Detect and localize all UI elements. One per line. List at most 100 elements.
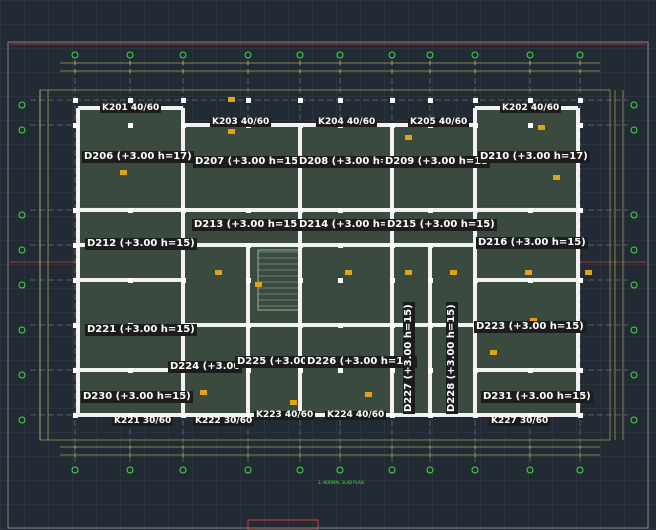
grid-bubble [179, 51, 187, 59]
hatch-marker [290, 400, 297, 405]
column [338, 323, 343, 328]
hatch-marker [405, 270, 412, 275]
grid-bubble [18, 211, 26, 219]
grid-bubble [630, 126, 638, 134]
grid-bubble [426, 51, 434, 59]
column [390, 323, 395, 328]
grid-bubble [630, 281, 638, 289]
slab-label[interactable]: D214 (+3.00 h=1 [297, 219, 398, 231]
column [390, 123, 395, 128]
grid-bubble [18, 416, 26, 424]
grid-bubble [18, 126, 26, 134]
column [73, 323, 78, 328]
slab-label[interactable]: D215 (+3.00 h=15) [385, 219, 497, 231]
grid-bubble [630, 416, 638, 424]
grid-bubble [18, 281, 26, 289]
slab-label[interactable]: D210 (+3.00 h=17) [478, 151, 590, 163]
grid-bubble [526, 466, 534, 474]
grid-bubble [18, 371, 26, 379]
column [578, 368, 583, 373]
grid-bubble [18, 101, 26, 109]
grid-bubble [71, 466, 79, 474]
beam-label[interactable]: K201 40/60 [100, 104, 162, 113]
column [473, 208, 478, 213]
grid-bubble [526, 51, 534, 59]
column [73, 208, 78, 213]
column [181, 413, 186, 418]
hatch-marker [490, 350, 497, 355]
grid-bubble [388, 51, 396, 59]
column [428, 208, 433, 213]
beam-label[interactable]: K203 40/60 [210, 118, 272, 127]
column [473, 278, 478, 283]
title-block [247, 519, 319, 530]
column [428, 98, 433, 103]
column [338, 98, 343, 103]
beam-label[interactable]: K223 40/60 [254, 411, 316, 420]
hatch-marker [120, 170, 127, 175]
column [128, 208, 133, 213]
beam-label[interactable]: K222 30/60 [193, 417, 255, 426]
beam-label[interactable]: K204 40/60 [316, 118, 378, 127]
slab-panel [299, 244, 393, 326]
column [578, 413, 583, 418]
hatch-marker [255, 282, 262, 287]
grid-bubble [630, 326, 638, 334]
column [428, 368, 433, 373]
slab-label[interactable]: D212 (+3.00 h=15) [85, 238, 197, 250]
column [473, 368, 478, 373]
hatch-marker [228, 97, 235, 102]
column [473, 413, 478, 418]
hatch-marker [450, 270, 457, 275]
slab-panel [299, 324, 393, 416]
grid-bubble [18, 326, 26, 334]
column [298, 208, 303, 213]
column [246, 323, 251, 328]
slab-label-vertical[interactable]: D227 (+3.00 h=15) [403, 302, 415, 414]
slab-label[interactable]: D226 (+3.00 h=15) [305, 356, 417, 368]
slab-label[interactable]: D225 (+3.00 [235, 356, 310, 368]
beam-label[interactable]: K205 40/60 [408, 118, 470, 127]
slab-panel [182, 244, 249, 326]
grid-bubble [630, 246, 638, 254]
slab-label[interactable]: D206 (+3.00 h=17) [82, 151, 194, 163]
beam-label[interactable]: K202 40/60 [500, 104, 562, 113]
column [181, 208, 186, 213]
column [246, 243, 251, 248]
column [298, 243, 303, 248]
column [578, 208, 583, 213]
column [390, 413, 395, 418]
grid-bubble [296, 466, 304, 474]
beam-label[interactable]: K224 40/60 [325, 411, 387, 420]
beam-label[interactable]: K227 30/60 [489, 417, 551, 426]
column [528, 368, 533, 373]
column [578, 123, 583, 128]
slab-label[interactable]: D207 (+3.00 h=15) [193, 156, 305, 168]
column [578, 98, 583, 103]
slab-label[interactable]: D231 (+3.00 h=15) [481, 391, 593, 403]
slab-label[interactable]: D213 (+3.00 h=15) [192, 219, 304, 231]
hatch-marker [228, 129, 235, 134]
grid-bubble [471, 466, 479, 474]
beam-label[interactable]: K221 30/60 [112, 417, 174, 426]
hatch-marker [538, 125, 545, 130]
slab-label[interactable]: D209 (+3.00 h=15 [383, 156, 491, 168]
grid-bubble [126, 51, 134, 59]
cad-drawing-canvas[interactable]: D206 (+3.00 h=17) D207 (+3.00 h=15) D208… [0, 0, 656, 530]
column [181, 278, 186, 283]
slab-label[interactable]: D230 (+3.00 h=15) [81, 391, 193, 403]
column [428, 413, 433, 418]
column [528, 278, 533, 283]
grid-bubble [179, 466, 187, 474]
slab-label-vertical[interactable]: D228 (+3.00 h=15) [446, 302, 458, 414]
slab-label[interactable]: D221 (+3.00 h=15) [85, 324, 197, 336]
slab-label[interactable]: D223 (+3.00 h=15) [474, 321, 586, 333]
column [246, 368, 251, 373]
column [428, 243, 433, 248]
column [181, 123, 186, 128]
slab-label[interactable]: D224 (+3.00 [168, 361, 243, 373]
slab-label[interactable]: D216 (+3.00 h=15) [476, 237, 588, 249]
column [298, 123, 303, 128]
column [390, 368, 395, 373]
grid-bubble [630, 211, 638, 219]
